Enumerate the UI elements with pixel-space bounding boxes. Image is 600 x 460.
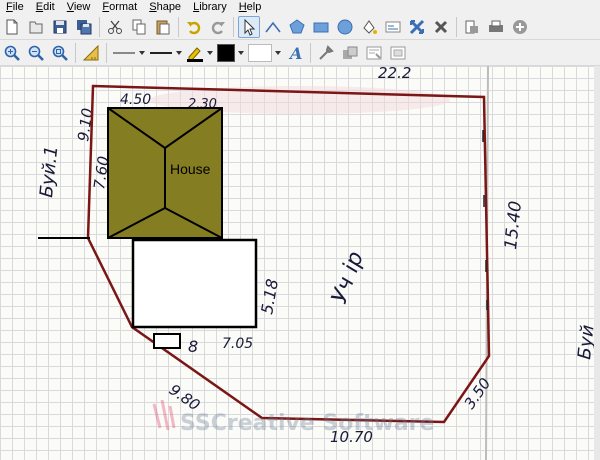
svg-text:A: A <box>288 44 302 62</box>
line-style-icon <box>113 52 135 53</box>
house-label: House <box>170 161 211 177</box>
fill-color-icon <box>248 43 272 62</box>
chevron-down-icon <box>275 50 281 55</box>
paste-icon[interactable] <box>152 16 174 38</box>
fill-tool-icon[interactable] <box>358 16 380 38</box>
menu-format[interactable]: Format <box>96 1 143 13</box>
page-icon[interactable] <box>461 16 483 38</box>
menu-shape[interactable]: Shape <box>143 1 187 13</box>
chevron-down-icon <box>176 50 182 55</box>
pen-color-icon <box>187 46 203 62</box>
cut-icon[interactable] <box>104 16 126 38</box>
house-shape[interactable]: House <box>107 107 223 239</box>
drawing-canvas[interactable]: 4.50 2.30 22.2 9.10 7.60 Буй.1 15.40 Уч … <box>0 66 600 460</box>
toolbar-separator <box>233 16 234 37</box>
undo-icon[interactable] <box>183 16 205 38</box>
format-toolbar: A <box>0 40 600 66</box>
zoom-in-icon[interactable] <box>1 42 23 64</box>
dim-450: 4.50 <box>120 92 151 108</box>
dim-1540: 15.40 <box>501 200 526 250</box>
annex-rectangle[interactable] <box>131 238 258 329</box>
tools-icon[interactable] <box>315 42 337 64</box>
text-style-icon[interactable]: A <box>284 42 306 64</box>
toolbar-separator <box>99 16 100 37</box>
parcel-label: Уч ір <box>327 248 369 307</box>
dim-buy1: Буй.1 <box>36 145 62 199</box>
save-icon[interactable] <box>49 16 71 38</box>
toolbar-separator <box>456 16 457 37</box>
group-icon[interactable] <box>339 42 361 64</box>
pen-color-swatch <box>217 43 235 62</box>
dim-350: 3.50 <box>461 375 495 413</box>
vertical-scrollbar[interactable] <box>594 66 600 460</box>
new-document-icon[interactable] <box>1 16 23 38</box>
chevron-down-icon <box>238 50 244 55</box>
zoom-fit-icon[interactable] <box>49 42 71 64</box>
chevron-down-icon <box>139 50 145 55</box>
line-tool-icon[interactable] <box>262 16 284 38</box>
add-icon[interactable] <box>509 16 531 38</box>
open-icon[interactable] <box>25 16 47 38</box>
rectangle-tool-icon[interactable] <box>310 16 332 38</box>
line-width-dropdown[interactable] <box>149 43 182 63</box>
toolbar-separator <box>75 42 76 63</box>
dim-222: 22.2 <box>378 66 411 82</box>
chevron-down-icon <box>207 50 213 55</box>
save-all-icon[interactable] <box>73 16 95 38</box>
shed-rectangle[interactable] <box>153 333 181 349</box>
align-icon[interactable] <box>387 42 409 64</box>
ellipse-tool-icon[interactable] <box>334 16 356 38</box>
dim-518: 5.18 <box>257 277 282 315</box>
line-width-icon <box>150 51 172 54</box>
ruler-icon[interactable] <box>80 42 102 64</box>
ungroup-icon[interactable] <box>363 42 385 64</box>
fill-color-dropdown[interactable] <box>217 43 244 63</box>
toolbar-separator <box>310 42 311 63</box>
print-icon[interactable] <box>485 16 507 38</box>
pen-color-dropdown[interactable] <box>186 43 213 63</box>
polygon-tool-icon[interactable] <box>286 16 308 38</box>
main-toolbar <box>0 14 600 40</box>
menu-view[interactable]: View <box>61 1 97 13</box>
zoom-out-icon[interactable] <box>25 42 47 64</box>
flip-icon[interactable] <box>406 16 428 38</box>
copy-icon[interactable] <box>128 16 150 38</box>
toolbar-separator <box>106 42 107 63</box>
menu-edit[interactable]: Edit <box>30 1 61 13</box>
menu-file[interactable]: File <box>0 1 30 13</box>
fill-color-swatch-dropdown[interactable] <box>248 43 281 63</box>
menu-library[interactable]: Library <box>187 1 233 13</box>
toolbar-separator <box>178 16 179 37</box>
menu-help[interactable]: Help <box>233 1 268 13</box>
line-style-dropdown[interactable] <box>112 43 145 63</box>
dim-b: 8 <box>188 337 198 356</box>
pointer-icon[interactable] <box>238 15 260 38</box>
menu-bar: File Edit View Format Shape Library Help <box>0 0 600 14</box>
dim-705: 7.05 <box>222 336 253 352</box>
text-tool-icon[interactable] <box>382 16 404 38</box>
redo-icon[interactable] <box>207 16 229 38</box>
delete-icon[interactable] <box>430 16 452 38</box>
watermark-text: SSCreative Software <box>180 411 434 436</box>
